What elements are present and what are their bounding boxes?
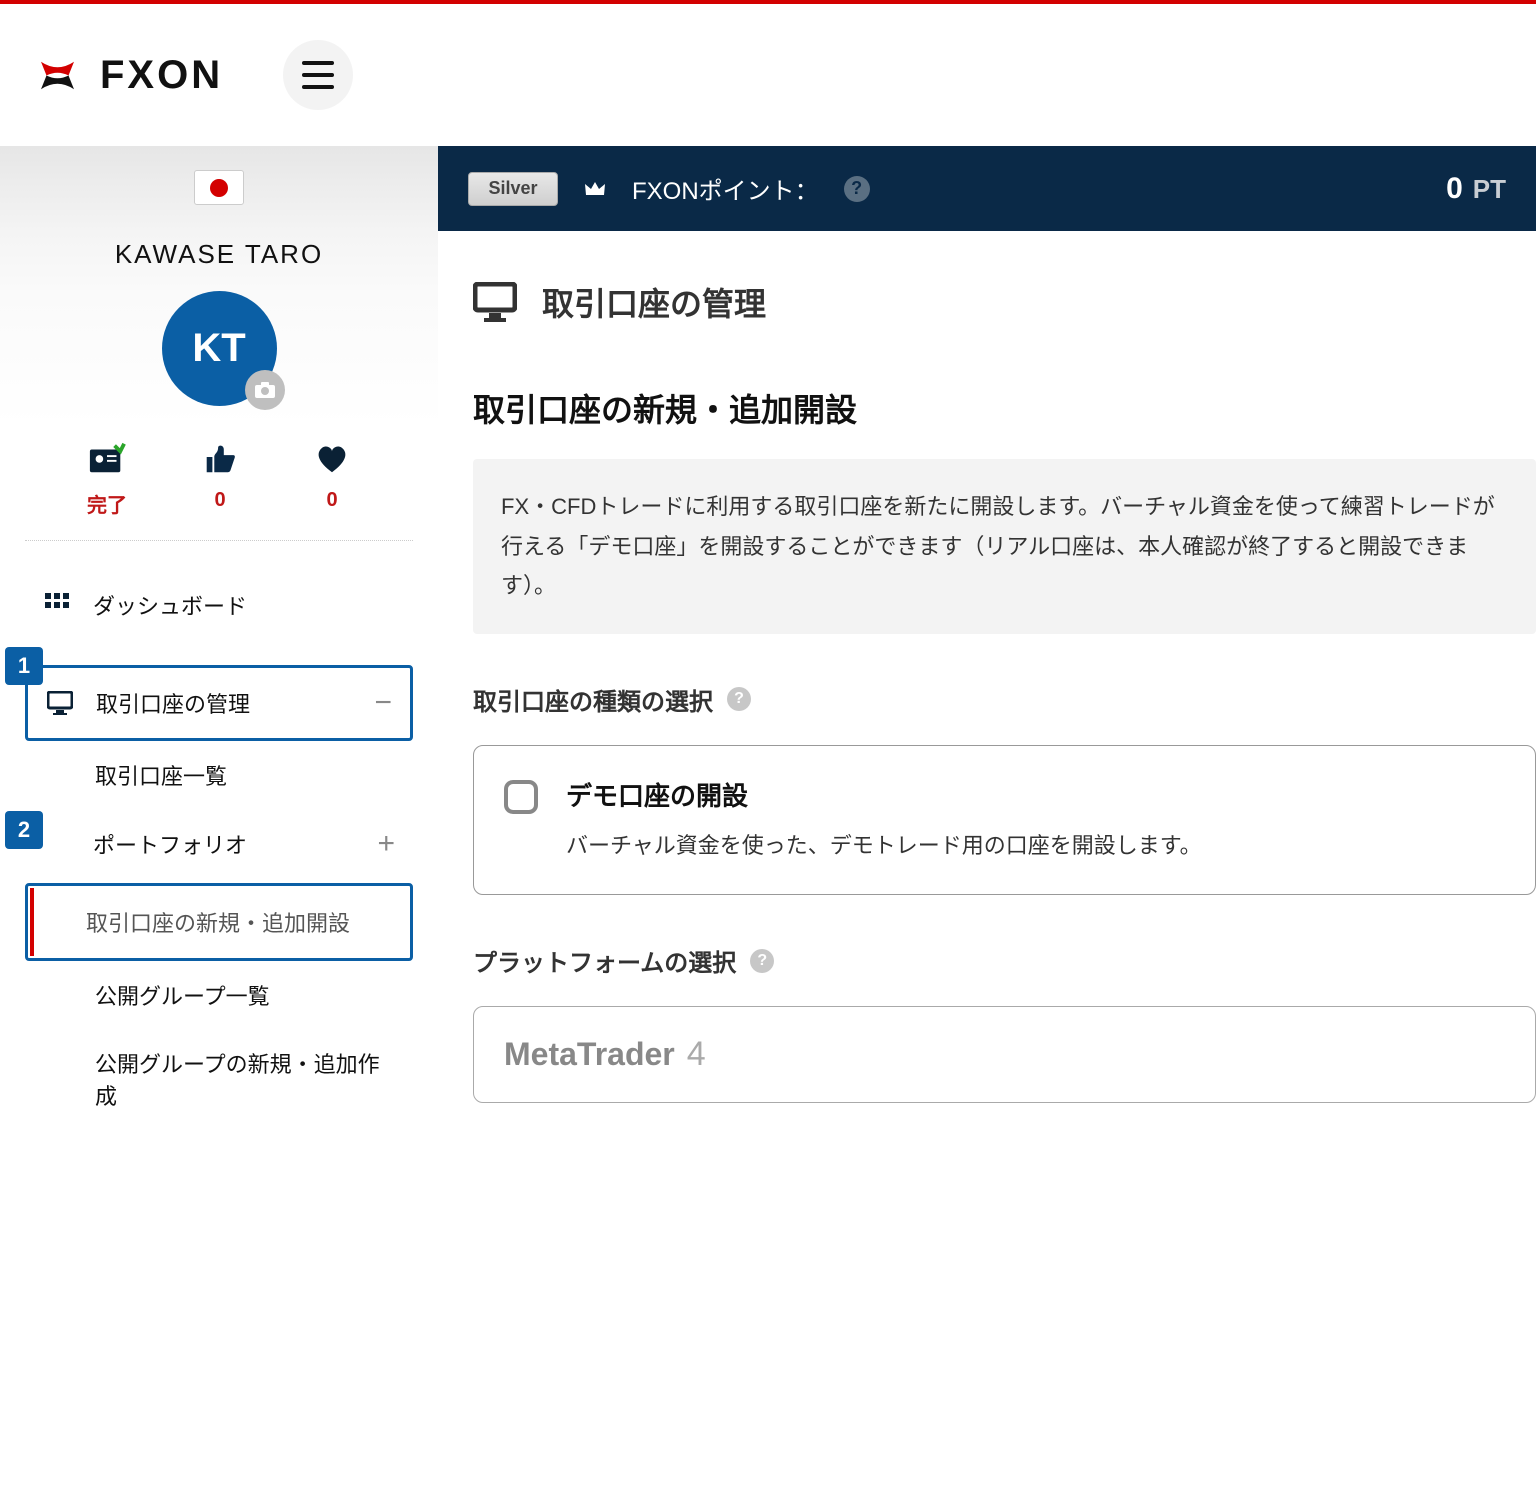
nav-public-groups[interactable]: 公開グループ一覧 [25, 961, 413, 1029]
collapse-icon[interactable]: − [374, 686, 392, 720]
option-demo[interactable]: デモ口座の開設 バーチャル資金を使った、デモトレード用の口座を開設します。 [473, 745, 1536, 895]
help-icon[interactable]: ? [727, 687, 751, 711]
topbar: Silver FXONポイント： ? 0PT [438, 146, 1536, 231]
brand-name: FXON [100, 53, 223, 98]
content: Silver FXONポイント： ? 0PT 取引口座の管理 取引口座の新規・追… [438, 146, 1536, 1500]
id-card-icon [88, 441, 126, 475]
nav-dashboard[interactable]: ダッシュボード [25, 571, 413, 639]
stat-favs[interactable]: 0 [313, 441, 351, 518]
heart-icon [313, 441, 351, 475]
checkbox[interactable] [504, 780, 538, 814]
monitor-icon [473, 282, 517, 322]
expand-icon[interactable]: + [377, 827, 395, 861]
nav-public-groups-new[interactable]: 公開グループの新規・追加作成 [25, 1029, 413, 1129]
nav-accounts-list[interactable]: 取引口座一覧 [25, 741, 413, 809]
points-value: 0PT [1446, 172, 1506, 206]
nav-accounts-mgmt[interactable]: 取引口座の管理 − [25, 665, 413, 741]
logo-mark-icon [30, 48, 85, 103]
avatar[interactable]: KT [162, 291, 277, 406]
stat-verify[interactable]: 完了 [87, 441, 127, 518]
menu-button[interactable] [283, 40, 353, 110]
option-title: デモ口座の開設 [566, 776, 1202, 813]
section-heading: 取引口座の新規・追加開設 [473, 385, 1536, 431]
locale-flag[interactable] [0, 146, 438, 231]
page-title: 取引口座の管理 [438, 231, 1536, 355]
header: FXON [0, 4, 1536, 146]
user-name: KAWASE TARO [0, 231, 438, 291]
option-mt4[interactable]: MetaTrader 4 [473, 1006, 1536, 1103]
thumbs-up-icon [201, 441, 239, 475]
notice-box: FX・CFDトレードに利用する取引口座を新たに開設します。バーチャル資金を使って… [473, 459, 1536, 634]
nav-new-account[interactable]: 取引口座の新規・追加開設 [25, 883, 413, 961]
nav-portfolio[interactable]: 2 ポートフォリオ + [25, 809, 413, 879]
sidebar: KAWASE TARO KT 完了 0 0 [0, 146, 438, 1500]
camera-icon[interactable] [245, 370, 285, 410]
account-type-heading: 取引口座の種類の選択 ? [473, 682, 1536, 717]
help-icon[interactable]: ? [750, 949, 774, 973]
new-account-card: 取引口座の新規・追加開設 FX・CFDトレードに利用する取引口座を新たに開設しま… [473, 385, 1536, 1103]
stat-likes[interactable]: 0 [201, 441, 239, 518]
crown-icon [583, 177, 607, 201]
help-icon[interactable]: ? [844, 176, 870, 202]
monitor-icon [46, 691, 74, 715]
points-label: FXONポイント： [632, 171, 819, 206]
step-badge-2: 2 [5, 811, 43, 849]
grid-icon [43, 593, 71, 617]
platform-heading: プラットフォームの選択 ? [473, 943, 1536, 978]
option-desc: バーチャル資金を使った、デモトレード用の口座を開設します。 [566, 827, 1202, 864]
tier-badge[interactable]: Silver [468, 172, 558, 206]
brand-logo[interactable]: FXON [30, 48, 223, 103]
